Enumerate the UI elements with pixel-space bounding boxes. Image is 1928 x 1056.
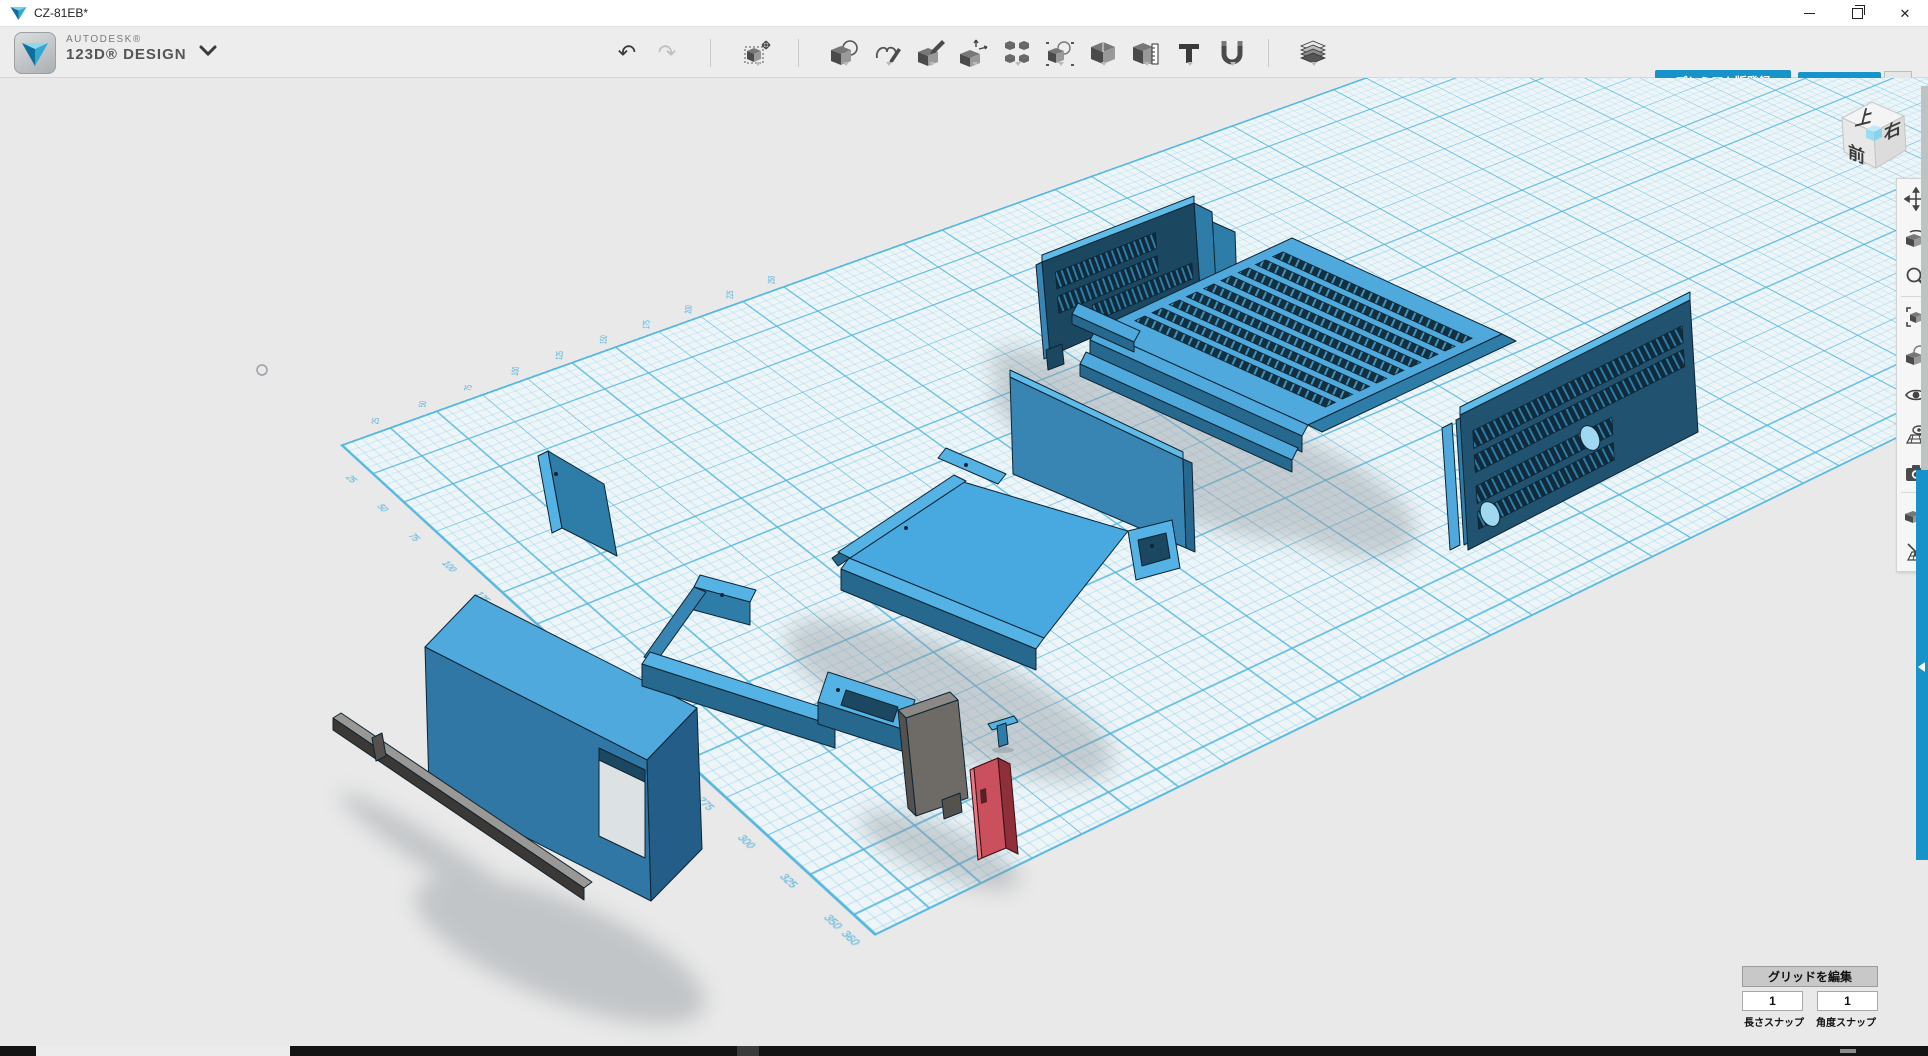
part-small-red-box[interactable] [970,758,1018,860]
transform-icon [742,38,772,68]
app-mini-logo-icon [10,6,27,21]
length-snap-label: 長さスナップ [1742,1014,1806,1029]
app-logo[interactable] [14,32,56,74]
grid-y-label: 350 [819,913,843,930]
grid-x-label: 125 [554,351,566,360]
modify-icon [959,38,989,68]
text-icon [1174,38,1204,68]
brand-block: AUTODESK® 123D® DESIGN [66,34,187,63]
construct-button[interactable] [914,36,948,70]
taskbar-window-segment [36,1046,290,1056]
grid-y-label: 360 [837,930,861,947]
primitives-button[interactable] [828,36,862,70]
taskbar-sliver [0,1046,1928,1056]
material-layers-icon [1298,38,1328,68]
toolbar-separator [710,39,711,67]
title-bar: CZ-81EB* ✕ [0,0,1928,27]
grid-y-label: 75 [405,533,421,543]
grid-y-label: 50 [374,504,390,513]
pattern-icon [1002,38,1032,68]
measure-icon [1131,38,1161,68]
viewport-canvas[interactable]: 2550751001251501752002252502550751001251… [0,78,1928,1046]
part-small-gray-box[interactable] [898,692,968,819]
app-logo-icon [14,32,56,74]
grid-x-label: 225 [725,290,736,299]
grid-y-label: 100 [439,560,458,573]
collapsed-panel-tab[interactable] [1916,470,1928,860]
grid-y-label: 325 [776,873,799,890]
angle-snap-label: 角度スナップ [1814,1014,1878,1029]
grid-x-label: 175 [641,320,652,329]
close-button[interactable]: ✕ [1882,0,1928,27]
construct-icon [916,38,946,68]
magnet-icon [1217,38,1247,68]
grouping-icon [1045,38,1075,68]
right-edge-strip [1921,86,1928,470]
main-menu-chevron-icon[interactable] [198,45,218,57]
edit-grid-button[interactable]: グリッドを編集 [1742,966,1878,987]
grid-y-label: 25 [343,475,358,484]
transform-button[interactable] [740,36,774,70]
angle-snap-input[interactable] [1817,991,1878,1011]
redo-icon: ↷ [658,41,676,66]
measure-button[interactable] [1129,36,1163,70]
expand-panel-arrow-icon [1918,662,1925,672]
restore-button[interactable] [1834,0,1880,27]
restore-icon [1852,8,1863,19]
length-snap-input[interactable] [1742,991,1803,1011]
main-toolbar: AUTODESK® 123D® DESIGN ↶ ↷ [0,27,1928,78]
taskbar-tray [1840,1049,1856,1053]
minimize-button[interactable] [1786,0,1832,27]
view-cube[interactable]: 上 前 右 [1826,92,1918,188]
material-button[interactable] [1296,36,1330,70]
toolbar-separator [1268,39,1269,67]
grid-x-label: 100 [510,366,522,376]
sketch-icon [873,38,903,68]
undo-icon: ↶ [618,41,636,66]
grid-settings-panel: グリッドを編集 長さスナップ 角度スナップ [1742,966,1878,1029]
grid-x-label: 250 [766,276,777,285]
primitives-icon [830,38,860,68]
grid-x-label: 25 [370,417,382,424]
grid-x-label: 200 [684,305,695,314]
brand-product: 123D® DESIGN [66,46,187,63]
grid-y-label: 300 [734,834,757,850]
undo-button[interactable]: ↶ [610,36,644,70]
modify-button[interactable] [957,36,991,70]
toolbar-separator [798,39,799,67]
grid-x-label: 75 [463,385,475,392]
brand-company: AUTODESK® [66,34,187,46]
sketch-button[interactable] [871,36,905,70]
combine-icon [1088,38,1118,68]
grid-x-label: 150 [598,335,610,344]
taskbar-item [737,1046,759,1056]
window-title: CZ-81EB* [34,6,88,20]
pattern-button[interactable] [1000,36,1034,70]
close-icon: ✕ [1900,7,1911,20]
grid-x-label: 50 [417,401,429,408]
snap-button[interactable] [1215,36,1249,70]
text-button[interactable] [1172,36,1206,70]
grouping-button[interactable] [1043,36,1077,70]
redo-button[interactable]: ↷ [650,36,684,70]
minimize-icon [1804,13,1815,14]
combine-button[interactable] [1086,36,1120,70]
